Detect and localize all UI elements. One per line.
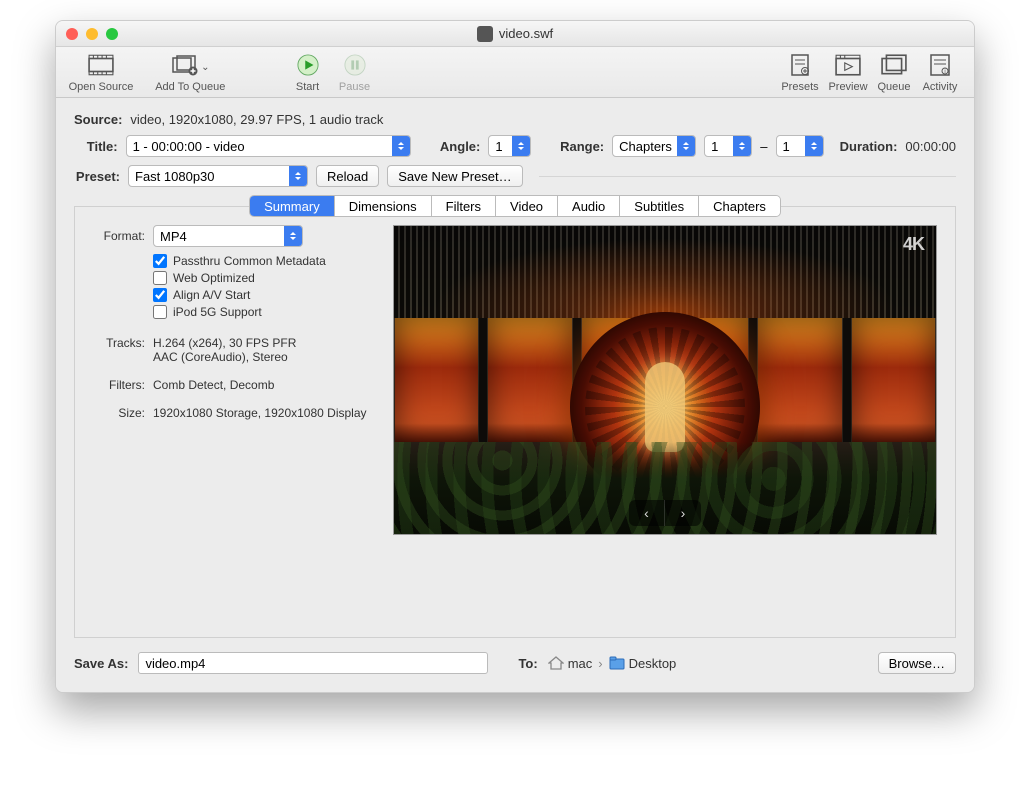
folder-icon xyxy=(609,656,625,670)
presets-icon xyxy=(786,53,814,77)
range-type-select[interactable]: Chapters xyxy=(612,135,696,157)
tab-summary[interactable]: Summary xyxy=(250,196,334,216)
preview-nav: ‹ › xyxy=(629,500,701,526)
format-label: Format: xyxy=(93,229,153,243)
tab-video[interactable]: Video xyxy=(495,196,557,216)
queue-add-icon xyxy=(171,53,199,77)
range-label: Range: xyxy=(560,139,604,154)
svg-text:i: i xyxy=(944,69,945,75)
home-icon xyxy=(548,656,564,670)
pause-icon xyxy=(341,53,369,77)
range-from-select[interactable]: 1 xyxy=(704,135,752,157)
app-window: video.swf Open Source ⌄ Add To Queue xyxy=(55,20,975,693)
title-label: Title: xyxy=(74,139,118,154)
angle-select[interactable]: 1 xyxy=(488,135,530,157)
preview-next-button[interactable]: › xyxy=(665,500,701,526)
tracks-value-2: AAC (CoreAudio), Stereo xyxy=(153,350,373,364)
open-source-button[interactable]: Open Source xyxy=(66,53,136,93)
app-icon xyxy=(477,26,493,42)
start-button[interactable]: Start xyxy=(285,53,331,93)
range-separator: – xyxy=(760,139,767,154)
tracks-label: Tracks: xyxy=(93,336,153,364)
zoom-window-button[interactable] xyxy=(106,28,118,40)
activity-icon: i xyxy=(926,53,954,77)
footer: Save As: To: mac › Desktop Browse… xyxy=(56,638,974,692)
presets-button[interactable]: Presets xyxy=(776,53,824,93)
toolbar: Open Source ⌄ Add To Queue Start xyxy=(56,47,974,98)
title-select[interactable]: 1 - 00:00:00 - video xyxy=(126,135,411,157)
tab-audio[interactable]: Audio xyxy=(557,196,619,216)
save-as-label: Save As: xyxy=(74,656,128,671)
align-av-start-checkbox[interactable]: Align A/V Start xyxy=(153,288,373,302)
summary-panel: Format: MP4 Passthru Common Metadata Web… xyxy=(74,206,956,638)
to-label: To: xyxy=(518,656,537,671)
tab-subtitles[interactable]: Subtitles xyxy=(619,196,698,216)
ipod-5g-support-checkbox[interactable]: iPod 5G Support xyxy=(153,305,373,319)
reload-button[interactable]: Reload xyxy=(316,165,379,187)
size-label: Size: xyxy=(93,406,153,420)
preset-label: Preset: xyxy=(74,169,120,184)
preset-select[interactable]: Fast 1080p30 xyxy=(128,165,308,187)
browse-button[interactable]: Browse… xyxy=(878,652,956,674)
film-icon xyxy=(87,53,115,77)
preview-prev-button[interactable]: ‹ xyxy=(629,500,665,526)
titlebar: video.swf xyxy=(56,21,974,47)
preview-icon xyxy=(834,53,862,77)
close-window-button[interactable] xyxy=(66,28,78,40)
minimize-window-button[interactable] xyxy=(86,28,98,40)
watermark-icon: 4K xyxy=(903,234,924,255)
preview-button[interactable]: Preview xyxy=(824,53,872,93)
filters-label: Filters: xyxy=(93,378,153,392)
tab-bar: Summary Dimensions Filters Video Audio S… xyxy=(249,195,781,217)
path-home[interactable]: mac xyxy=(568,656,593,671)
duration-value: 00:00:00 xyxy=(905,139,956,154)
range-to-select[interactable]: 1 xyxy=(776,135,824,157)
tab-dimensions[interactable]: Dimensions xyxy=(334,196,431,216)
tab-chapters[interactable]: Chapters xyxy=(698,196,780,216)
pause-button[interactable]: Pause xyxy=(332,53,378,93)
format-select[interactable]: MP4 xyxy=(153,225,303,247)
tab-filters[interactable]: Filters xyxy=(431,196,495,216)
size-value: 1920x1080 Storage, 1920x1080 Display xyxy=(153,406,373,420)
video-preview: 4K ‹ › xyxy=(393,225,937,535)
angle-label: Angle: xyxy=(440,139,480,154)
filters-value: Comb Detect, Decomb xyxy=(153,378,373,392)
source-value: video, 1920x1080, 29.97 FPS, 1 audio tra… xyxy=(130,112,383,127)
path-folder[interactable]: Desktop xyxy=(629,656,677,671)
activity-button[interactable]: i Activity xyxy=(916,53,964,93)
save-as-input[interactable] xyxy=(138,652,488,674)
duration-label: Duration: xyxy=(840,139,898,154)
source-label: Source: xyxy=(74,112,122,127)
save-new-preset-button[interactable]: Save New Preset… xyxy=(387,165,522,187)
queue-button[interactable]: Queue xyxy=(872,53,916,93)
passthru-metadata-checkbox[interactable]: Passthru Common Metadata xyxy=(153,254,373,268)
chevron-right-icon: › xyxy=(598,656,602,671)
play-icon xyxy=(294,53,322,77)
window-title: video.swf xyxy=(499,26,553,41)
web-optimized-checkbox[interactable]: Web Optimized xyxy=(153,271,373,285)
chevron-down-icon[interactable]: ⌄ xyxy=(201,62,209,73)
queue-icon xyxy=(880,53,908,77)
tracks-value-1: H.264 (x264), 30 FPS PFR xyxy=(153,336,373,350)
add-to-queue-button[interactable]: ⌄ Add To Queue xyxy=(136,53,245,93)
